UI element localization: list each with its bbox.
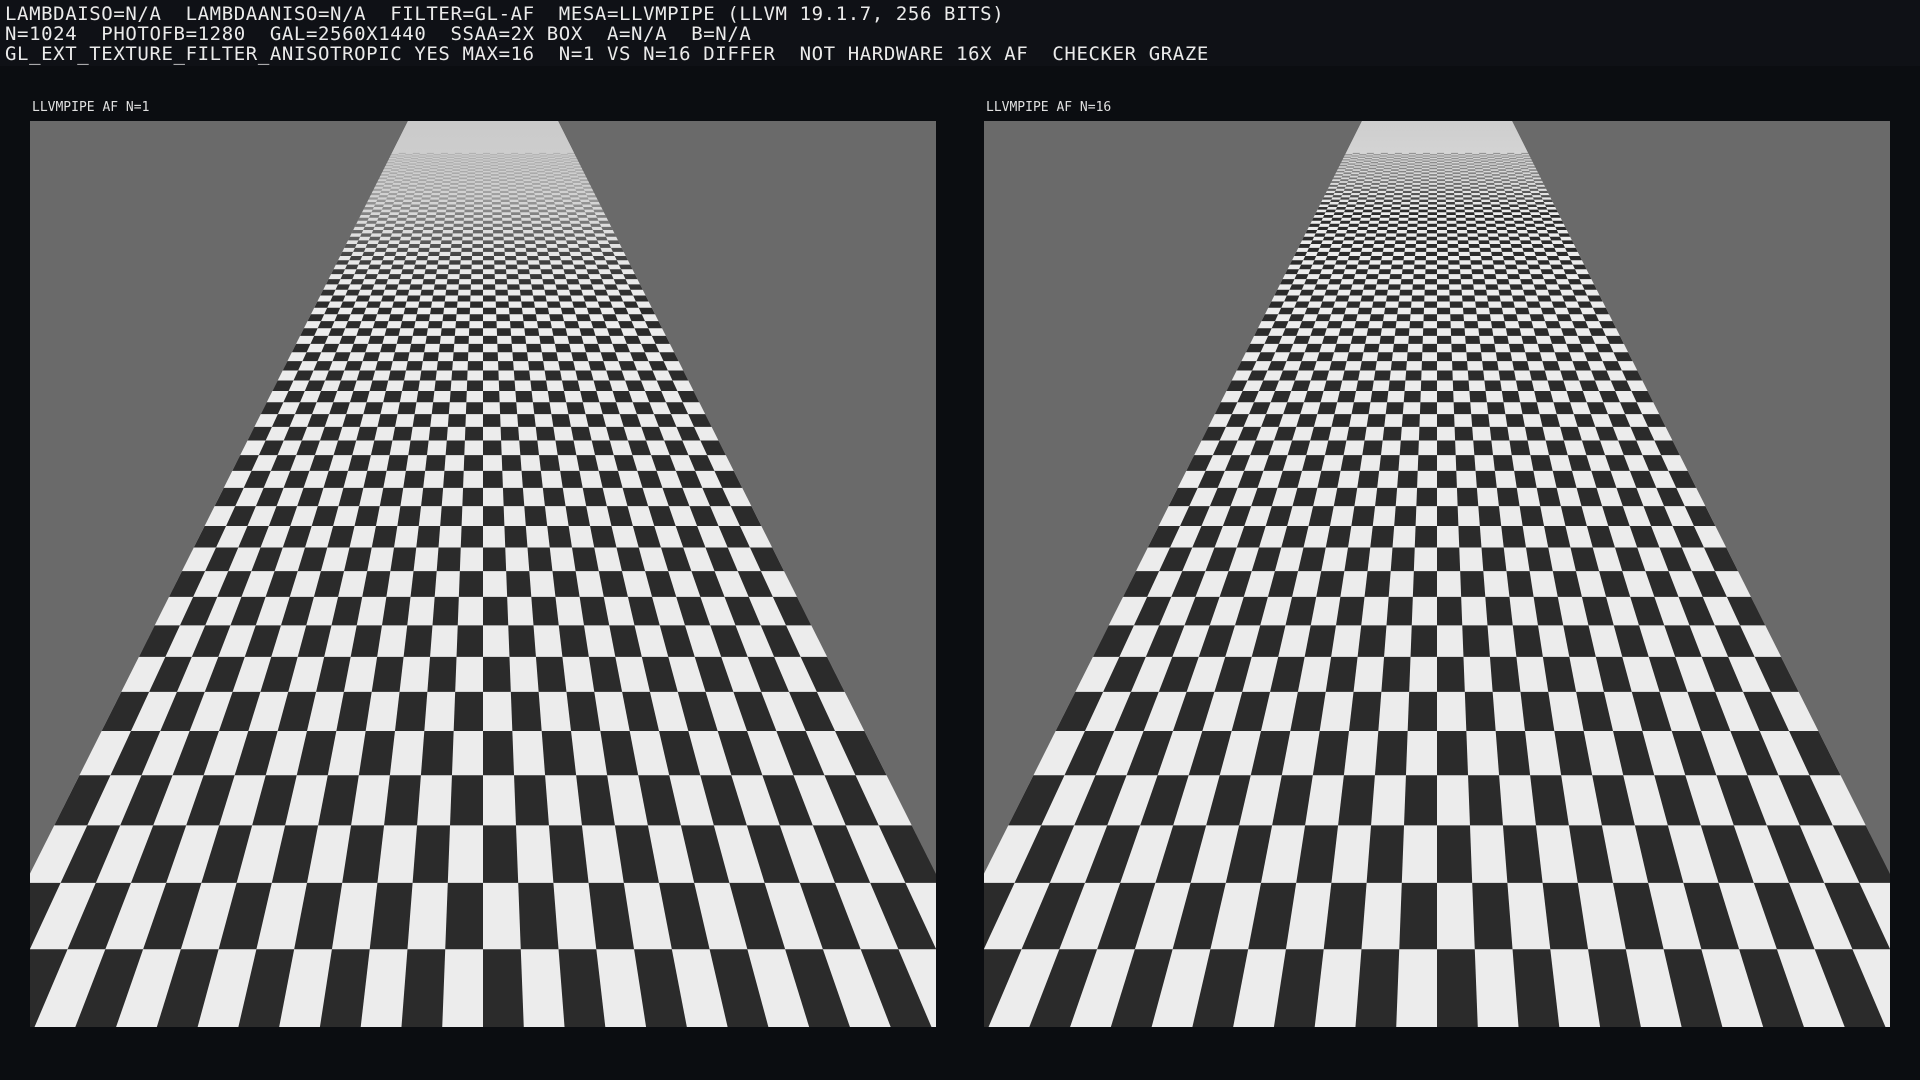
panel-label-left: LLVMPIPE AF N=1: [32, 100, 150, 115]
status-header: LAMBDAISO=N/A LAMBDAANISO=N/A FILTER=GL-…: [0, 0, 1920, 66]
status-line-2: N=1024 PHOTOFB=1280 GAL=2560X1440 SSAA=2…: [5, 23, 752, 45]
render-panel-left: [30, 121, 936, 1027]
checker-render-left: [30, 121, 936, 1027]
checker-render-right: [984, 121, 1890, 1027]
status-line-1: LAMBDAISO=N/A LAMBDAANISO=N/A FILTER=GL-…: [5, 3, 1005, 25]
panel-label-right: LLVMPIPE AF N=16: [986, 100, 1112, 115]
status-line-3: GL_EXT_TEXTURE_FILTER_ANISOTROPIC YES MA…: [5, 43, 1209, 65]
render-panel-right: [984, 121, 1890, 1027]
